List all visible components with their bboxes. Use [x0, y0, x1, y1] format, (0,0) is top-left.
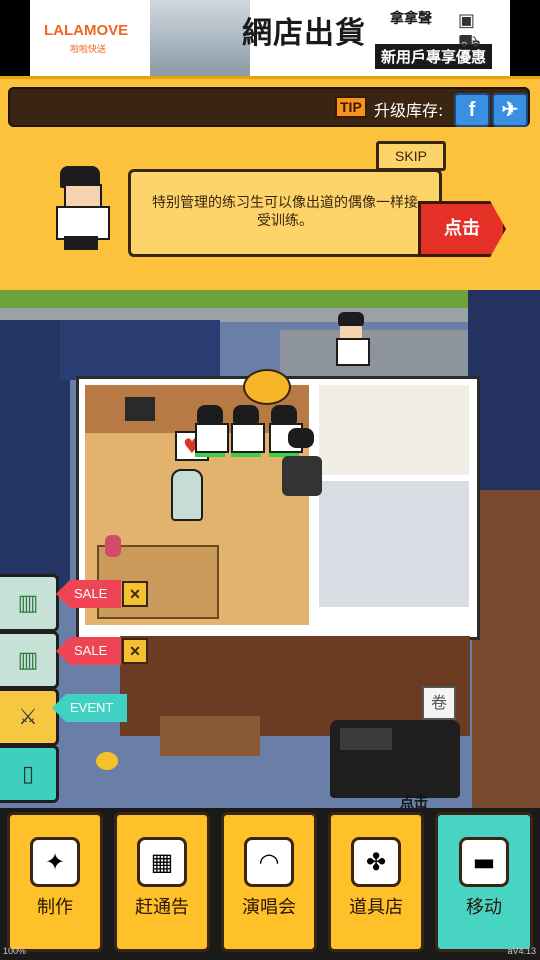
- tip-badge[interactable]: TIP: [335, 96, 367, 118]
- trophy-icon[interactable]: [243, 369, 291, 405]
- version-label: aV4.13: [507, 946, 536, 956]
- tv-prop: [125, 397, 155, 421]
- event-button[interactable]: ⚔: [0, 688, 59, 746]
- street: [280, 330, 470, 380]
- twitter-icon[interactable]: ✈: [492, 93, 528, 127]
- right-shop: [472, 490, 540, 810]
- menu-schedule-button[interactable]: ▦ 赶通告: [114, 812, 210, 952]
- manager-character: [50, 166, 112, 250]
- duck-icon[interactable]: [96, 752, 118, 770]
- zoom-indicator: 100%: [3, 946, 27, 956]
- ad-headline: 網店出貨: [242, 16, 366, 51]
- sale-item-1-button[interactable]: ▥: [0, 574, 59, 632]
- menu-label: 制作: [37, 897, 73, 918]
- status-bar: TIP 升级库存: f ✈: [8, 87, 530, 127]
- menu-move-button[interactable]: ▬ 移动: [435, 812, 533, 952]
- game-scene[interactable]: ♥ 卷 点击: [0, 290, 540, 810]
- trainee-1[interactable]: [195, 405, 229, 461]
- menu-label: 移动: [466, 897, 502, 918]
- tutorial-panel: TIP 升级库存: f ✈ SKIP 特别管理的练习生可以像出道的偶像一样接受训…: [0, 76, 540, 293]
- scroll-button[interactable]: ▯: [0, 745, 59, 803]
- menu-concert-button[interactable]: ◠ 演唱会: [221, 812, 317, 952]
- event-tag[interactable]: EVENT: [52, 694, 128, 722]
- facebook-icon[interactable]: f: [454, 93, 490, 127]
- lower-room[interactable]: [319, 481, 469, 607]
- ad-brand-sub: 啦啦快送: [70, 44, 107, 54]
- upgrade-storage-label: 升级库存:: [374, 101, 444, 120]
- ad-banner[interactable]: LALAMOVE 啦啦快送 網店出貨 拿拿聲 新用戶專享優惠 ▣⛟: [30, 0, 510, 76]
- grass-strip: [0, 290, 540, 308]
- entrance-stairs: [160, 716, 260, 756]
- ad-icons: ▣⛟: [458, 10, 510, 55]
- ad-photo: [150, 0, 250, 76]
- van-icon: ▬: [459, 837, 509, 887]
- ticket-sign-icon[interactable]: 卷: [422, 686, 456, 720]
- calendar-icon: ▦: [137, 837, 187, 887]
- bottom-menu: ✦ 制作 ▦ 赶通告 ◠ 演唱会 ✤ 道具店 ▬ 移动 100% aV4.13: [0, 808, 540, 960]
- ad-line1: 拿拿聲: [390, 11, 432, 27]
- gift-icon: ▥: [17, 590, 39, 616]
- menu-shop-button[interactable]: ✤ 道具店: [328, 812, 424, 952]
- menu-label: 赶通告: [135, 897, 189, 918]
- skip-button[interactable]: SKIP: [376, 141, 446, 171]
- clover-icon: ✤: [351, 837, 401, 887]
- trainee-2[interactable]: [231, 405, 265, 461]
- special-trainee[interactable]: [171, 469, 203, 521]
- upper-room[interactable]: [319, 385, 469, 475]
- close-sale-1-icon[interactable]: ✕: [122, 581, 148, 607]
- close-sale-2-icon[interactable]: ✕: [122, 638, 148, 664]
- package-icon: ▣: [458, 10, 486, 31]
- van[interactable]: [330, 720, 460, 798]
- tutorial-message: 特别管理的练习生可以像出道的偶像一样接受训练。: [152, 195, 418, 229]
- sale-item-2-button[interactable]: ▥: [0, 631, 59, 689]
- ad-brand-logo: LALAMOVE: [44, 22, 129, 39]
- gift-icon: ▥: [17, 647, 39, 673]
- cd-icon: ✦: [30, 837, 80, 887]
- plant-prop: [105, 535, 121, 557]
- scroll-icon: ▯: [21, 761, 35, 787]
- desk-character[interactable]: [282, 428, 322, 496]
- menu-label: 演唱会: [242, 897, 296, 918]
- staff-character[interactable]: [336, 312, 370, 366]
- menu-produce-button[interactable]: ✦ 制作: [7, 812, 103, 952]
- stage-icon: ◠: [244, 837, 294, 887]
- crossed-swords-icon: ⚔: [18, 704, 38, 730]
- tutorial-speech-bubble: 特别管理的练习生可以像出道的偶像一样接受训练。: [128, 169, 442, 257]
- left-building-roof: [60, 320, 220, 380]
- cart-icon: ⛟: [458, 31, 491, 52]
- tap-continue-button[interactable]: 点击: [418, 201, 506, 257]
- menu-label: 道具店: [349, 897, 403, 918]
